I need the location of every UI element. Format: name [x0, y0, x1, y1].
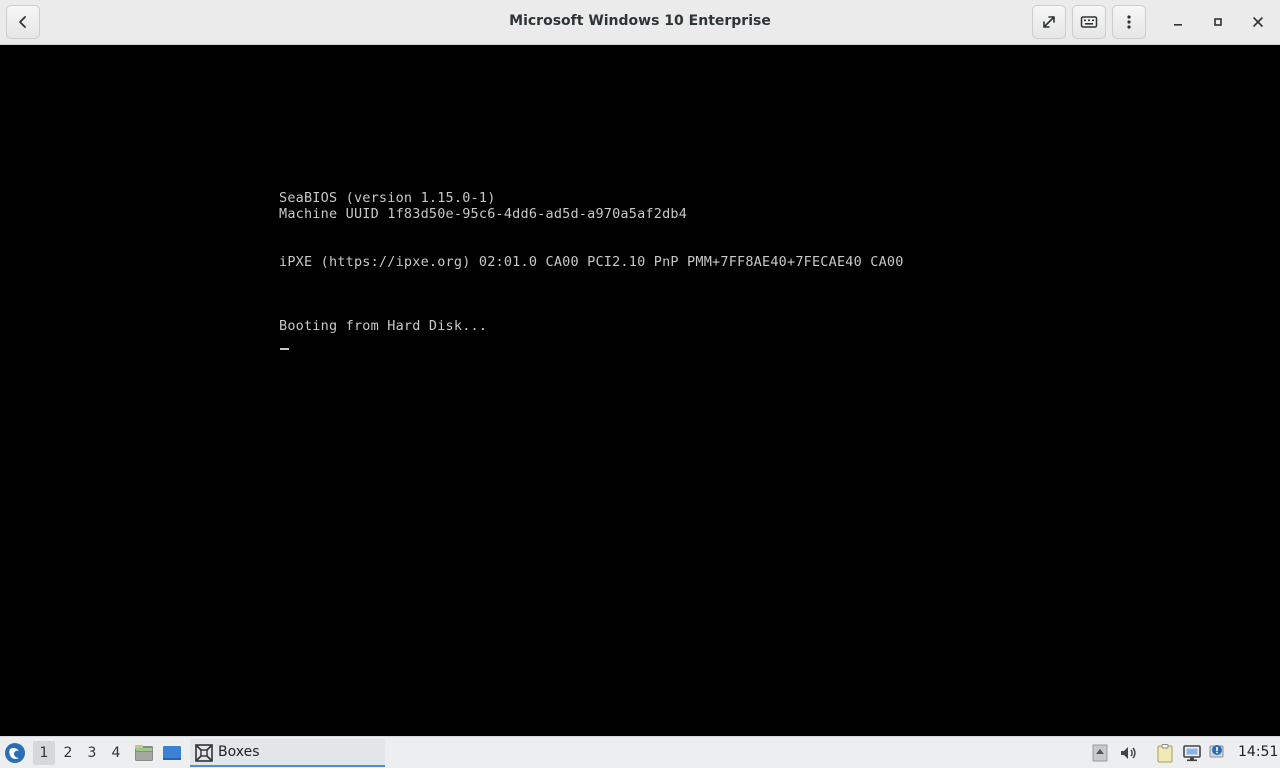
kebab-menu-icon: [1127, 15, 1131, 29]
bios-version-line: SeaBIOS (version 1.15.0-1): [279, 190, 496, 206]
maximize-icon: [1214, 18, 1222, 26]
network-icon: [1183, 745, 1201, 762]
show-desktop-icon: [163, 746, 181, 760]
send-keys-button[interactable]: [1072, 5, 1106, 39]
minimize-icon: [1174, 24, 1182, 26]
close-icon: [1253, 17, 1263, 27]
start-menu-button[interactable]: [4, 742, 26, 764]
fullscreen-icon: [1043, 16, 1055, 28]
window-headerbar: Microsoft Windows 10 Enterprise: [0, 0, 1280, 45]
close-button[interactable]: [1244, 8, 1272, 36]
tray-expand-button[interactable]: [1090, 743, 1110, 763]
boxes-app-icon: [195, 744, 213, 762]
go-back-icon: [19, 16, 26, 28]
workspace-3[interactable]: 3: [81, 741, 103, 765]
fullscreen-button[interactable]: [1032, 5, 1066, 39]
back-button[interactable]: [6, 5, 40, 39]
window-title: Microsoft Windows 10 Enterprise: [509, 13, 771, 29]
keyboard-icon: [1080, 16, 1098, 28]
file-manager-launcher[interactable]: [134, 743, 154, 763]
network-button[interactable]: [1182, 743, 1202, 763]
start-menu-icon: [5, 743, 25, 763]
text-cursor: [280, 348, 289, 350]
workspace-4[interactable]: 4: [105, 741, 127, 765]
task-boxes[interactable]: Boxes: [190, 739, 385, 767]
minimize-button[interactable]: [1164, 8, 1192, 36]
menu-button[interactable]: [1112, 5, 1146, 39]
machine-uuid-line: Machine UUID 1f83d50e-95c6-4dd6-ad5d-a97…: [279, 206, 688, 222]
notification-button[interactable]: [1208, 743, 1228, 763]
vm-display[interactable]: SeaBIOS (version 1.15.0-1) Machine UUID …: [0, 46, 1280, 736]
notification-icon: [1209, 745, 1224, 758]
maximize-button[interactable]: [1204, 8, 1232, 36]
ipxe-line: iPXE (https://ipxe.org) 02:01.0 CA00 PCI…: [279, 254, 904, 270]
volume-button[interactable]: [1118, 743, 1138, 763]
workspace-1[interactable]: 1: [33, 741, 55, 765]
clipboard-icon: [1157, 744, 1173, 763]
tray-arrow-icon: [1092, 744, 1108, 762]
boot-status-line: Booting from Hard Disk...: [279, 318, 488, 334]
task-boxes-label: Boxes: [218, 744, 260, 760]
show-desktop-launcher[interactable]: [162, 743, 182, 763]
file-manager-icon: [135, 745, 153, 761]
taskbar: 1 2 3 4 Boxes 14:51: [0, 736, 1280, 768]
volume-icon: [1121, 747, 1136, 759]
workspace-2[interactable]: 2: [57, 741, 79, 765]
clipboard-button[interactable]: [1155, 743, 1175, 763]
clock[interactable]: 14:51: [1238, 744, 1278, 760]
